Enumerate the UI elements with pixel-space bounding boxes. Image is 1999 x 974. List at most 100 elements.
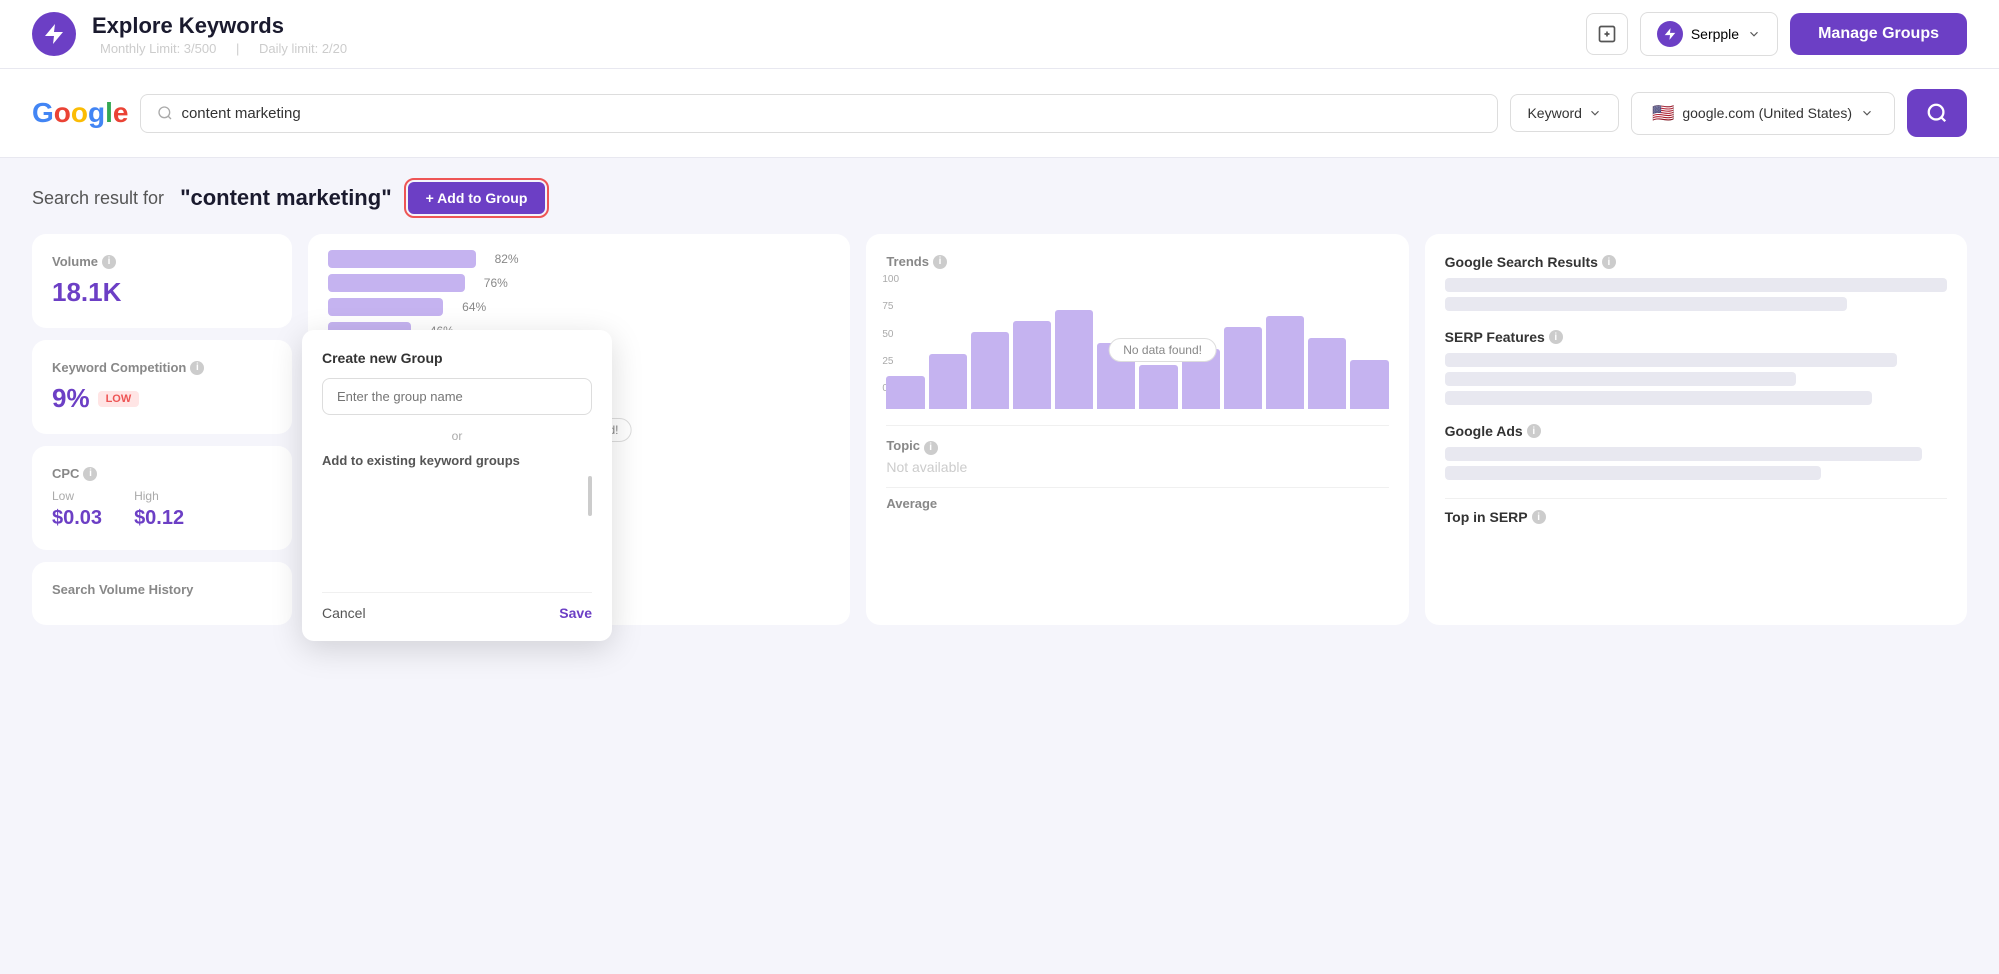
- bar-row: 82%: [328, 250, 830, 268]
- app-logo: [32, 12, 76, 56]
- dropdown-create-title: Create new Group: [322, 350, 592, 366]
- workspace-selector[interactable]: Serpple: [1640, 12, 1778, 56]
- competition-card: Keyword Competition i 9% LOW Create new …: [32, 340, 292, 434]
- chevron-down-icon: [1588, 106, 1602, 120]
- chevron-down-icon: [1860, 106, 1874, 120]
- result-header: Search result for "content marketing" + …: [32, 182, 1967, 214]
- cpc-label: CPC i: [52, 466, 272, 481]
- low-badge: LOW: [98, 391, 140, 407]
- topic-label: Topic i: [886, 438, 1388, 455]
- info-icon: i: [102, 255, 116, 269]
- info-icon: i: [1549, 330, 1563, 344]
- manage-groups-button[interactable]: Manage Groups: [1790, 13, 1967, 55]
- serp-bar-1: [1445, 353, 1897, 367]
- info-icon: i: [924, 441, 938, 455]
- trend-bar: [1139, 365, 1177, 409]
- topic-section: Topic i Not available: [886, 425, 1388, 475]
- search-input[interactable]: [181, 105, 1481, 122]
- history-label: Search Volume History: [52, 582, 272, 597]
- volume-label: Volume i: [52, 254, 272, 269]
- dropdown-actions: Cancel Save: [322, 592, 592, 621]
- info-icon: i: [83, 467, 97, 481]
- serp-features-section: SERP Features i: [1445, 329, 1947, 405]
- main-content: Search result for "content marketing" + …: [0, 158, 1999, 649]
- google-search-results-section: Google Search Results i: [1445, 254, 1947, 311]
- google-ads-label: Google Ads i: [1445, 423, 1947, 439]
- google-ads-section: Google Ads i: [1445, 423, 1947, 480]
- header-actions: Serpple Manage Groups: [1586, 12, 1967, 56]
- serp-bar-3: [1445, 391, 1872, 405]
- info-icon: i: [933, 255, 947, 269]
- volume-card: Volume i 18.1K: [32, 234, 292, 328]
- cpc-row: Low $0.03 High $0.12: [52, 489, 272, 530]
- scrollbar[interactable]: [588, 476, 592, 516]
- export-button[interactable]: [1586, 13, 1628, 55]
- page-title: Explore Keywords: [92, 13, 1570, 39]
- history-card: Search Volume History: [32, 562, 292, 625]
- trends-label: Trends i: [886, 254, 1388, 269]
- search-icon: [157, 105, 173, 121]
- workspace-icon: [1657, 21, 1683, 47]
- bar-row: 76%: [328, 274, 830, 292]
- cpc-low: Low $0.03: [52, 489, 102, 530]
- trend-bar: [971, 332, 1009, 409]
- save-button[interactable]: Save: [559, 605, 592, 621]
- info-icon: i: [1527, 424, 1541, 438]
- search-input-wrapper: [140, 94, 1498, 133]
- keyword-type-select[interactable]: Keyword: [1510, 94, 1618, 132]
- bar-fill: [328, 250, 476, 268]
- google-logo: Google: [32, 97, 128, 129]
- header-title-block: Explore Keywords Monthly Limit: 3/500 | …: [92, 13, 1570, 56]
- ads-bar-2: [1445, 466, 1822, 480]
- dropdown-existing-title: Add to existing keyword groups: [322, 453, 592, 468]
- volume-value: 18.1K: [52, 277, 272, 308]
- search-icon: [1926, 102, 1948, 124]
- cpc-card: CPC i Low $0.03 High $0.12: [32, 446, 292, 550]
- cards-grid: Volume i 18.1K Keyword Competition i 9% …: [32, 234, 1967, 625]
- google-search-results-card: Google Search Results i SERP Features i …: [1425, 234, 1967, 625]
- add-to-group-button[interactable]: + Add to Group: [408, 182, 546, 214]
- google-search-results-label: Google Search Results i: [1445, 254, 1947, 270]
- search-section: Google Keyword 🇺🇸 google.com (United Sta…: [0, 69, 1999, 158]
- dropdown-scroll-area[interactable]: [322, 476, 592, 576]
- trend-bar: [1350, 360, 1388, 410]
- bar-row: 64%: [328, 298, 830, 316]
- left-column: Volume i 18.1K Keyword Competition i 9% …: [32, 234, 292, 625]
- add-to-group-dropdown: Create new Group or Add to existing keyw…: [302, 330, 612, 641]
- bar-label: 82%: [484, 252, 519, 266]
- header: Explore Keywords Monthly Limit: 3/500 | …: [0, 0, 1999, 69]
- trend-bar: [886, 376, 924, 409]
- competition-value: 9%: [52, 383, 90, 414]
- bar-label: 76%: [473, 276, 508, 290]
- bar-fill: [328, 298, 443, 316]
- info-icon: i: [1532, 510, 1546, 524]
- ads-bar-1: [1445, 447, 1922, 461]
- bar-label: 64%: [451, 300, 486, 314]
- trend-bar: [1013, 321, 1051, 409]
- google-search-bar-1: [1445, 278, 1947, 292]
- trend-no-data: No data found!: [1108, 338, 1217, 362]
- chevron-down-icon: [1747, 27, 1761, 41]
- page-subtitle: Monthly Limit: 3/500 | Daily limit: 2/20: [92, 41, 1570, 56]
- bar-fill: [328, 274, 465, 292]
- info-icon: i: [1602, 255, 1616, 269]
- competition-label: Keyword Competition i: [52, 360, 272, 375]
- trend-bar: [1224, 327, 1262, 410]
- dropdown-or: or: [322, 429, 592, 443]
- cancel-button[interactable]: Cancel: [322, 605, 366, 621]
- serp-bar-2: [1445, 372, 1797, 386]
- average-label: Average: [886, 496, 1388, 511]
- trend-bar: [1266, 316, 1304, 410]
- group-name-input[interactable]: [322, 378, 592, 415]
- info-icon: i: [190, 361, 204, 375]
- serp-features-label: SERP Features i: [1445, 329, 1947, 345]
- trend-bar: [1055, 310, 1093, 409]
- search-button[interactable]: [1907, 89, 1967, 137]
- region-select[interactable]: 🇺🇸 google.com (United States): [1631, 92, 1895, 135]
- cpc-high: High $0.12: [134, 489, 184, 530]
- top-in-serp-label: Top in SERP i: [1445, 509, 1947, 525]
- trend-bar: [929, 354, 967, 409]
- trends-card: Trends i 100 75 50 25 0 No data found!: [866, 234, 1408, 625]
- trend-bar: [1308, 338, 1346, 410]
- topic-value: Not available: [886, 459, 1388, 475]
